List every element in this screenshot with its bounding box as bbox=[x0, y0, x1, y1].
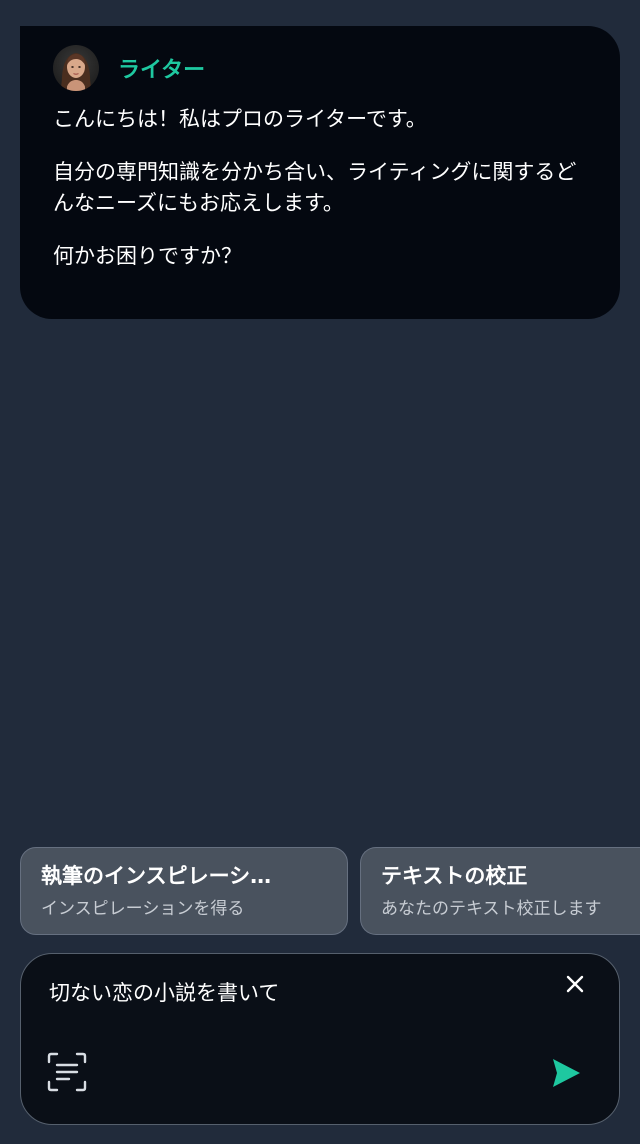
message-paragraph: こんにちは！私はプロのライターです。 bbox=[53, 107, 427, 131]
suggestion-subtitle: インスピレーションを得る bbox=[41, 899, 245, 919]
status-strip bbox=[0, 0, 640, 26]
suggestion-subtitle: あなたのテキスト校正します bbox=[381, 899, 602, 919]
send-button[interactable] bbox=[549, 1056, 583, 1090]
bot-header: ライター bbox=[53, 44, 586, 92]
bot-name: ライター bbox=[118, 58, 206, 83]
message-input[interactable] bbox=[49, 978, 529, 1008]
suggestion-chips: 執筆のインスピレーシ… インスピレーションを得る テキストの校正 あなたのテキス… bbox=[20, 847, 640, 937]
suggestion-chip-inspiration[interactable]: 執筆のインスピレーシ… インスピレーションを得る bbox=[20, 847, 348, 935]
send-icon bbox=[553, 1059, 580, 1087]
message-paragraph: 自分の専門知識を分かち合い、ライティングに関するどんなニーズにもお応えします。 bbox=[53, 160, 577, 215]
scan-text-button[interactable] bbox=[47, 1052, 87, 1092]
bot-message-bubble: ライター こんにちは！私はプロのライターです。 自分の専門知識を分かち合い、ライ… bbox=[20, 26, 620, 319]
message-composer bbox=[20, 953, 620, 1125]
bot-avatar[interactable] bbox=[53, 45, 99, 91]
suggestion-title: 執筆のインスピレーシ… bbox=[41, 864, 272, 888]
close-icon bbox=[566, 975, 584, 993]
scan-text-icon bbox=[47, 1052, 87, 1092]
message-paragraph: 何かお困りですか？ bbox=[53, 244, 242, 268]
suggestion-title: テキストの校正 bbox=[381, 864, 528, 888]
woman-portrait-avatar-icon bbox=[53, 45, 99, 91]
suggestion-chip-proofreading[interactable]: テキストの校正 あなたのテキスト校正します bbox=[360, 847, 640, 935]
message-body: こんにちは！私はプロのライターです。 自分の専門知識を分かち合い、ライティングに… bbox=[53, 104, 586, 272]
clear-input-button[interactable] bbox=[561, 970, 589, 998]
